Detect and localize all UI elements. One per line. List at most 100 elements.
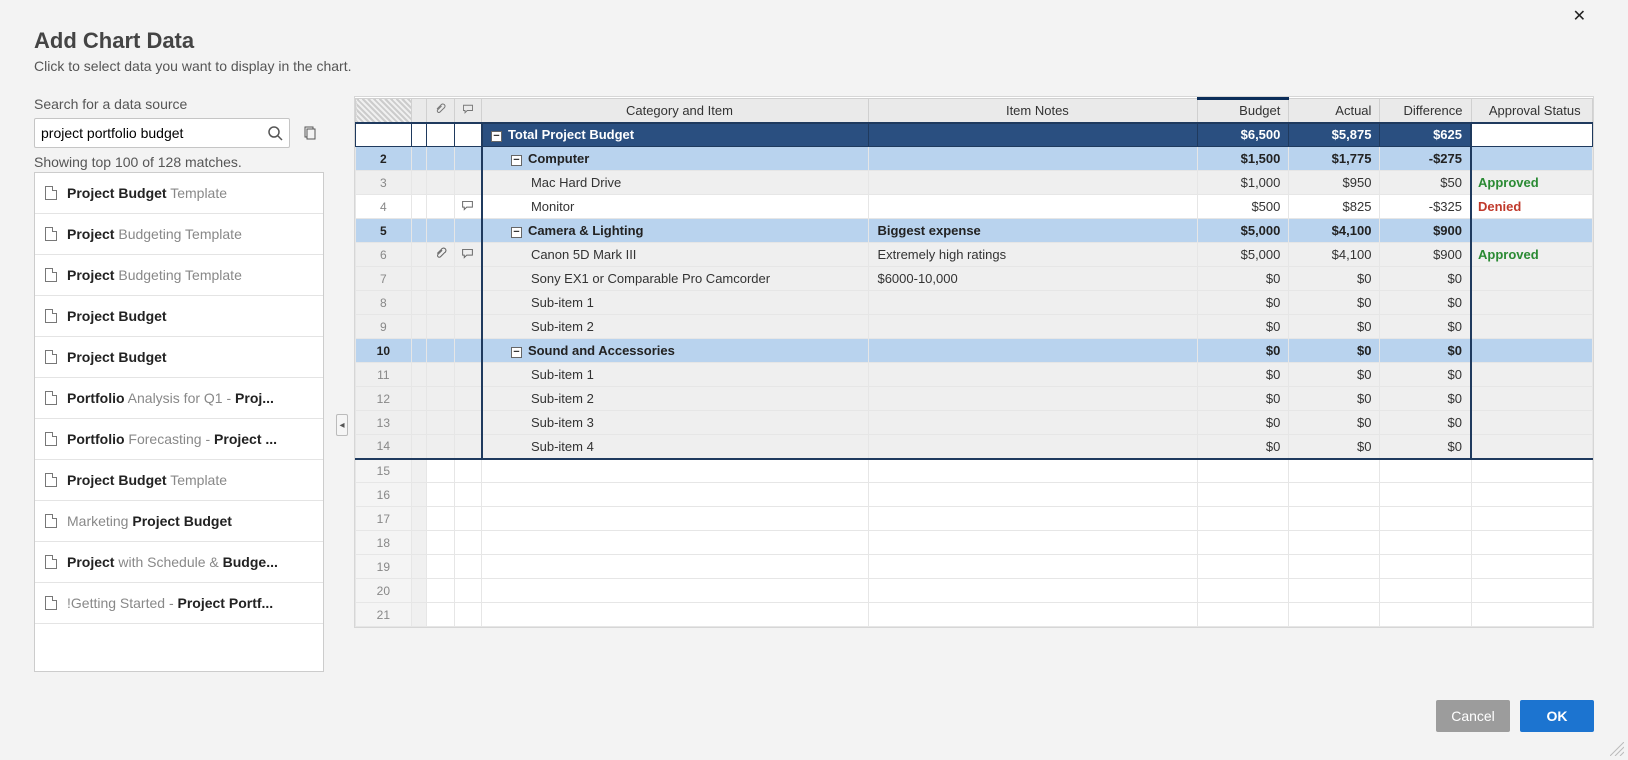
table-row[interactable]: 4Monitor$500$825-$325Denied — [356, 195, 1593, 219]
actual-cell[interactable]: $0 — [1289, 267, 1380, 291]
row-handle[interactable] — [411, 531, 426, 555]
budget-grid[interactable]: Category and Item Item Notes Budget Actu… — [354, 96, 1594, 628]
empty-cell[interactable] — [1198, 579, 1289, 603]
table-row[interactable]: 13Sub-item 3$0$0$0 — [356, 411, 1593, 435]
status-cell[interactable] — [1471, 339, 1593, 363]
comment-icon[interactable] — [461, 248, 474, 263]
comment-icon[interactable] — [461, 200, 474, 215]
category-cell[interactable]: −Computer — [482, 147, 869, 171]
row-handle[interactable] — [411, 219, 426, 243]
row-handle[interactable] — [411, 291, 426, 315]
empty-cell[interactable] — [1289, 555, 1380, 579]
actual-cell[interactable]: $4,100 — [1289, 219, 1380, 243]
empty-cell[interactable] — [869, 531, 1198, 555]
status-cell[interactable] — [1471, 315, 1593, 339]
empty-cell[interactable] — [454, 603, 482, 627]
status-cell[interactable]: Approved — [1471, 171, 1593, 195]
list-item[interactable]: Project with Schedule & Budge... — [35, 542, 323, 583]
notes-cell[interactable] — [869, 171, 1198, 195]
empty-cell[interactable] — [482, 531, 869, 555]
empty-cell[interactable] — [426, 507, 454, 531]
diff-cell[interactable]: $0 — [1380, 363, 1471, 387]
table-row[interactable]: 20 — [356, 579, 1593, 603]
diff-cell[interactable]: $900 — [1380, 219, 1471, 243]
category-cell[interactable]: −Total Project Budget — [482, 123, 869, 147]
column-header-difference[interactable]: Difference — [1380, 99, 1471, 123]
empty-cell[interactable] — [1380, 531, 1471, 555]
row-handle[interactable] — [411, 435, 426, 459]
table-row[interactable]: 18 — [356, 531, 1593, 555]
diff-cell[interactable]: -$275 — [1380, 147, 1471, 171]
empty-cell[interactable] — [1289, 531, 1380, 555]
table-row[interactable]: 17 — [356, 507, 1593, 531]
list-item[interactable]: Project Budget Template — [35, 173, 323, 214]
table-row[interactable]: 19 — [356, 555, 1593, 579]
empty-cell[interactable] — [1380, 603, 1471, 627]
notes-cell[interactable] — [869, 147, 1198, 171]
list-item[interactable]: Project Budget — [35, 296, 323, 337]
category-cell[interactable]: Canon 5D Mark III — [482, 243, 869, 267]
actual-cell[interactable]: $950 — [1289, 171, 1380, 195]
actual-cell[interactable]: $825 — [1289, 195, 1380, 219]
notes-cell[interactable] — [869, 195, 1198, 219]
table-row[interactable]: 21 — [356, 603, 1593, 627]
table-row[interactable]: 1−Total Project Budget$6,500$5,875$625- — [356, 123, 1593, 147]
collapse-icon[interactable]: − — [511, 347, 522, 358]
category-cell[interactable]: Sub-item 2 — [482, 387, 869, 411]
diff-cell[interactable]: $625 — [1380, 123, 1471, 147]
column-header-notes[interactable]: Item Notes — [869, 99, 1198, 123]
row-handle[interactable] — [411, 411, 426, 435]
table-row[interactable]: 8Sub-item 1$0$0$0 — [356, 291, 1593, 315]
empty-cell[interactable] — [869, 507, 1198, 531]
column-header-budget[interactable]: Budget — [1198, 99, 1289, 123]
list-item[interactable]: !Getting Started - Project Portf... — [35, 583, 323, 624]
attachment-icon[interactable] — [434, 248, 447, 263]
status-cell[interactable] — [1471, 435, 1593, 459]
search-box[interactable] — [34, 118, 290, 148]
empty-cell[interactable] — [1198, 603, 1289, 627]
empty-cell[interactable] — [869, 603, 1198, 627]
empty-cell[interactable] — [426, 531, 454, 555]
diff-cell[interactable]: $900 — [1380, 243, 1471, 267]
empty-cell[interactable] — [454, 507, 482, 531]
cancel-button[interactable]: Cancel — [1436, 700, 1510, 732]
row-number[interactable]: 12 — [356, 387, 412, 411]
empty-cell[interactable] — [426, 579, 454, 603]
row-number[interactable]: 17 — [356, 507, 412, 531]
empty-cell[interactable] — [482, 459, 869, 483]
empty-cell[interactable] — [426, 555, 454, 579]
notes-cell[interactable]: $6000-10,000 — [869, 267, 1198, 291]
row-number[interactable]: 14 — [356, 435, 412, 459]
empty-cell[interactable] — [869, 579, 1198, 603]
empty-cell[interactable] — [1380, 459, 1471, 483]
notes-cell[interactable] — [869, 291, 1198, 315]
row-number[interactable]: 3 — [356, 171, 412, 195]
diff-cell[interactable]: $0 — [1380, 411, 1471, 435]
list-item[interactable]: Portfolio Analysis for Q1 - Proj... — [35, 378, 323, 419]
table-row[interactable]: 15 — [356, 459, 1593, 483]
column-header-actual[interactable]: Actual — [1289, 99, 1380, 123]
empty-cell[interactable] — [482, 603, 869, 627]
empty-cell[interactable] — [1380, 555, 1471, 579]
row-handle[interactable] — [411, 267, 426, 291]
empty-cell[interactable] — [1198, 555, 1289, 579]
close-icon[interactable]: ✕ — [1573, 6, 1586, 26]
row-handle[interactable] — [411, 171, 426, 195]
category-cell[interactable]: Sub-item 2 — [482, 315, 869, 339]
status-cell[interactable] — [1471, 387, 1593, 411]
row-number[interactable]: 13 — [356, 411, 412, 435]
row-handle[interactable] — [411, 123, 426, 147]
row-number[interactable]: 8 — [356, 291, 412, 315]
ok-button[interactable]: OK — [1520, 700, 1594, 732]
row-number[interactable]: 5 — [356, 219, 412, 243]
empty-cell[interactable] — [1471, 603, 1593, 627]
list-item[interactable]: Portfolio Forecasting - Project ... — [35, 419, 323, 460]
notes-cell[interactable] — [869, 339, 1198, 363]
table-row[interactable]: 9Sub-item 2$0$0$0 — [356, 315, 1593, 339]
category-cell[interactable]: Sub-item 4 — [482, 435, 869, 459]
budget-cell[interactable]: $0 — [1198, 339, 1289, 363]
comment-cell[interactable] — [454, 195, 482, 219]
row-handle[interactable] — [411, 339, 426, 363]
category-cell[interactable]: Sub-item 1 — [482, 291, 869, 315]
budget-cell[interactable]: $0 — [1198, 387, 1289, 411]
